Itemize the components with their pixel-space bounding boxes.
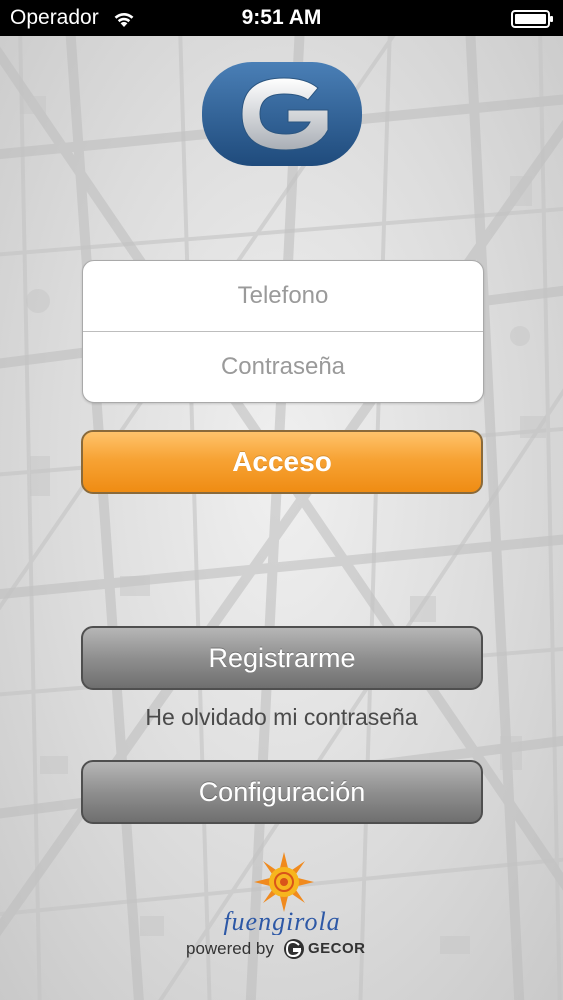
app-logo	[202, 62, 362, 166]
forgot-password-link[interactable]: He olvidado mi contraseña	[0, 704, 563, 731]
register-button[interactable]: Registrarme	[81, 626, 483, 690]
battery-icon	[511, 10, 553, 28]
settings-button[interactable]: Configuración	[81, 760, 483, 824]
svg-text:fuengirola: fuengirola	[223, 907, 340, 935]
phone-input[interactable]	[83, 261, 483, 331]
clock: 9:51 AM	[241, 6, 322, 29]
password-input[interactable]	[83, 332, 483, 402]
fuengirola-logo: fuengirola	[223, 852, 340, 935]
powered-by: powered by GECOR	[186, 936, 386, 964]
access-button[interactable]: Acceso	[81, 430, 483, 494]
powered-by-label: powered by	[186, 939, 274, 958]
status-bar: Operador 9:51 AM	[0, 0, 563, 36]
gecor-label: GECOR	[308, 940, 366, 957]
login-form	[82, 260, 484, 403]
gecor-icon	[284, 939, 304, 959]
